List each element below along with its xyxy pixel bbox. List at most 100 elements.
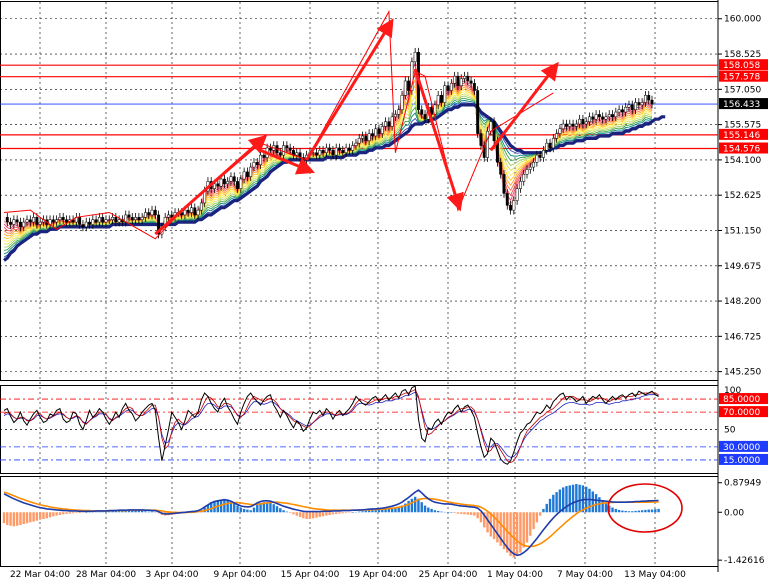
macd-histogram-bar [289, 512, 291, 513]
candle-body [9, 222, 11, 224]
time-tick-label: 1 May 04:00 [487, 570, 543, 580]
candle-body [253, 162, 255, 167]
candle-body [315, 153, 317, 155]
price-tag-label: 158.058 [723, 61, 760, 71]
candle-body [335, 148, 337, 155]
macd-tick-label: 0.87949 [724, 479, 761, 489]
price-tick-label: 160.000 [724, 15, 761, 25]
macd-histogram-bar [236, 506, 238, 513]
macd-histogram-bar [273, 504, 275, 512]
candle-body [256, 162, 258, 164]
macd-histogram-bar [243, 509, 245, 512]
candle-body [342, 150, 344, 152]
time-axis: 22 Mar 04:0028 Mar 04:003 Apr 04:009 Apr… [10, 570, 686, 580]
candle-body [529, 167, 531, 169]
candle-body [269, 148, 271, 150]
macd-histogram-bar [72, 512, 74, 513]
candle-body [32, 217, 34, 222]
macd-histogram-bar [282, 510, 284, 512]
macd-histogram-bar [13, 512, 15, 526]
time-tick-label: 15 Apr 04:00 [281, 570, 340, 580]
price-tick-label: 158.525 [724, 50, 761, 60]
macd-histogram-bar [526, 512, 528, 542]
candle-body [401, 95, 403, 109]
macd-histogram-bar [644, 510, 646, 512]
macd-histogram-bar [555, 492, 557, 512]
price-tag-label: 155.146 [723, 131, 760, 141]
macd-histogram-bar [36, 512, 38, 520]
macd-histogram-bar [226, 500, 228, 513]
macd-histogram-bar [148, 512, 150, 513]
candle-body [115, 217, 117, 222]
price-tag-label: 156.433 [723, 100, 760, 110]
macd-histogram-bar [421, 502, 423, 512]
time-tick-label: 28 Mar 04:00 [76, 570, 136, 580]
candle-body [200, 203, 202, 210]
macd-histogram-bar [246, 510, 248, 513]
candle-body [259, 155, 261, 165]
macd-histogram-bar [351, 512, 353, 513]
time-tick-label: 22 Mar 04:00 [10, 570, 70, 580]
candle-body [463, 76, 465, 78]
macd-histogram-bar [434, 510, 436, 512]
macd-histogram-bar [546, 504, 548, 512]
macd-histogram-bar [19, 512, 21, 525]
candle-body [6, 217, 8, 222]
macd-histogram-bar [486, 512, 488, 532]
macd-histogram-bar [519, 512, 521, 552]
candle-body [605, 117, 607, 119]
candle-body [634, 102, 636, 109]
price-tag-label: 154.576 [723, 145, 760, 155]
macd-histogram-bar [588, 489, 590, 513]
macd-histogram-bar [26, 512, 28, 523]
macd-histogram-bar [582, 485, 584, 512]
macd-histogram-bar [55, 512, 57, 515]
candle-body [562, 124, 564, 129]
macd-histogram-bar [460, 512, 462, 514]
candle-body [628, 105, 630, 107]
candle-body [197, 210, 199, 215]
candle-body [559, 129, 561, 134]
stoch-level-tag-label: 85.0000 [723, 395, 760, 405]
candle-body [371, 134, 373, 136]
macd-histogram-bar [328, 512, 330, 515]
candle-body [421, 110, 423, 115]
candle-body [108, 220, 110, 221]
candle-body [243, 172, 245, 179]
macd-histogram-bar [473, 512, 475, 515]
forex-chart[interactable]: 160.000158.525157.050155.575154.100152.6… [0, 0, 770, 580]
macd-tick-label: -1.42616 [724, 556, 765, 566]
macd-histogram-bar [457, 512, 459, 513]
price-tick-label: 146.725 [724, 332, 761, 342]
chart-canvas[interactable]: 160.000158.525157.050155.575154.100152.6… [0, 0, 770, 580]
candle-body [144, 213, 146, 218]
candle-body [16, 220, 18, 222]
candle-body [325, 148, 327, 153]
macd-histogram-bar [335, 512, 337, 514]
macd-histogram-bar [256, 505, 258, 512]
price-tick-label: 145.250 [724, 368, 761, 378]
candle-body [250, 167, 252, 177]
macd-histogram-bar [315, 512, 317, 517]
time-tick-label: 25 Apr 04:00 [419, 570, 478, 580]
candle-body [62, 217, 64, 219]
macd-histogram-bar [430, 509, 432, 512]
candle-body [319, 150, 321, 155]
candle-body [355, 143, 357, 145]
macd-histogram-bar [631, 511, 633, 512]
candle-body [470, 81, 472, 83]
macd-histogram-bar [467, 512, 469, 514]
macd-histogram-bar [32, 512, 34, 521]
price-tag-label: 157.578 [723, 73, 760, 83]
candle-body [519, 181, 521, 188]
macd-histogram-bar [470, 512, 472, 515]
candle-body [546, 143, 548, 150]
candle-body [414, 52, 416, 62]
candle-body [549, 143, 551, 148]
candle-body [154, 210, 156, 215]
macd-histogram-bar [624, 511, 626, 512]
candle-body [569, 124, 571, 126]
stoch-level-tag-label: 15.0000 [723, 456, 760, 466]
candle-body [539, 155, 541, 157]
candle-body [394, 114, 396, 116]
